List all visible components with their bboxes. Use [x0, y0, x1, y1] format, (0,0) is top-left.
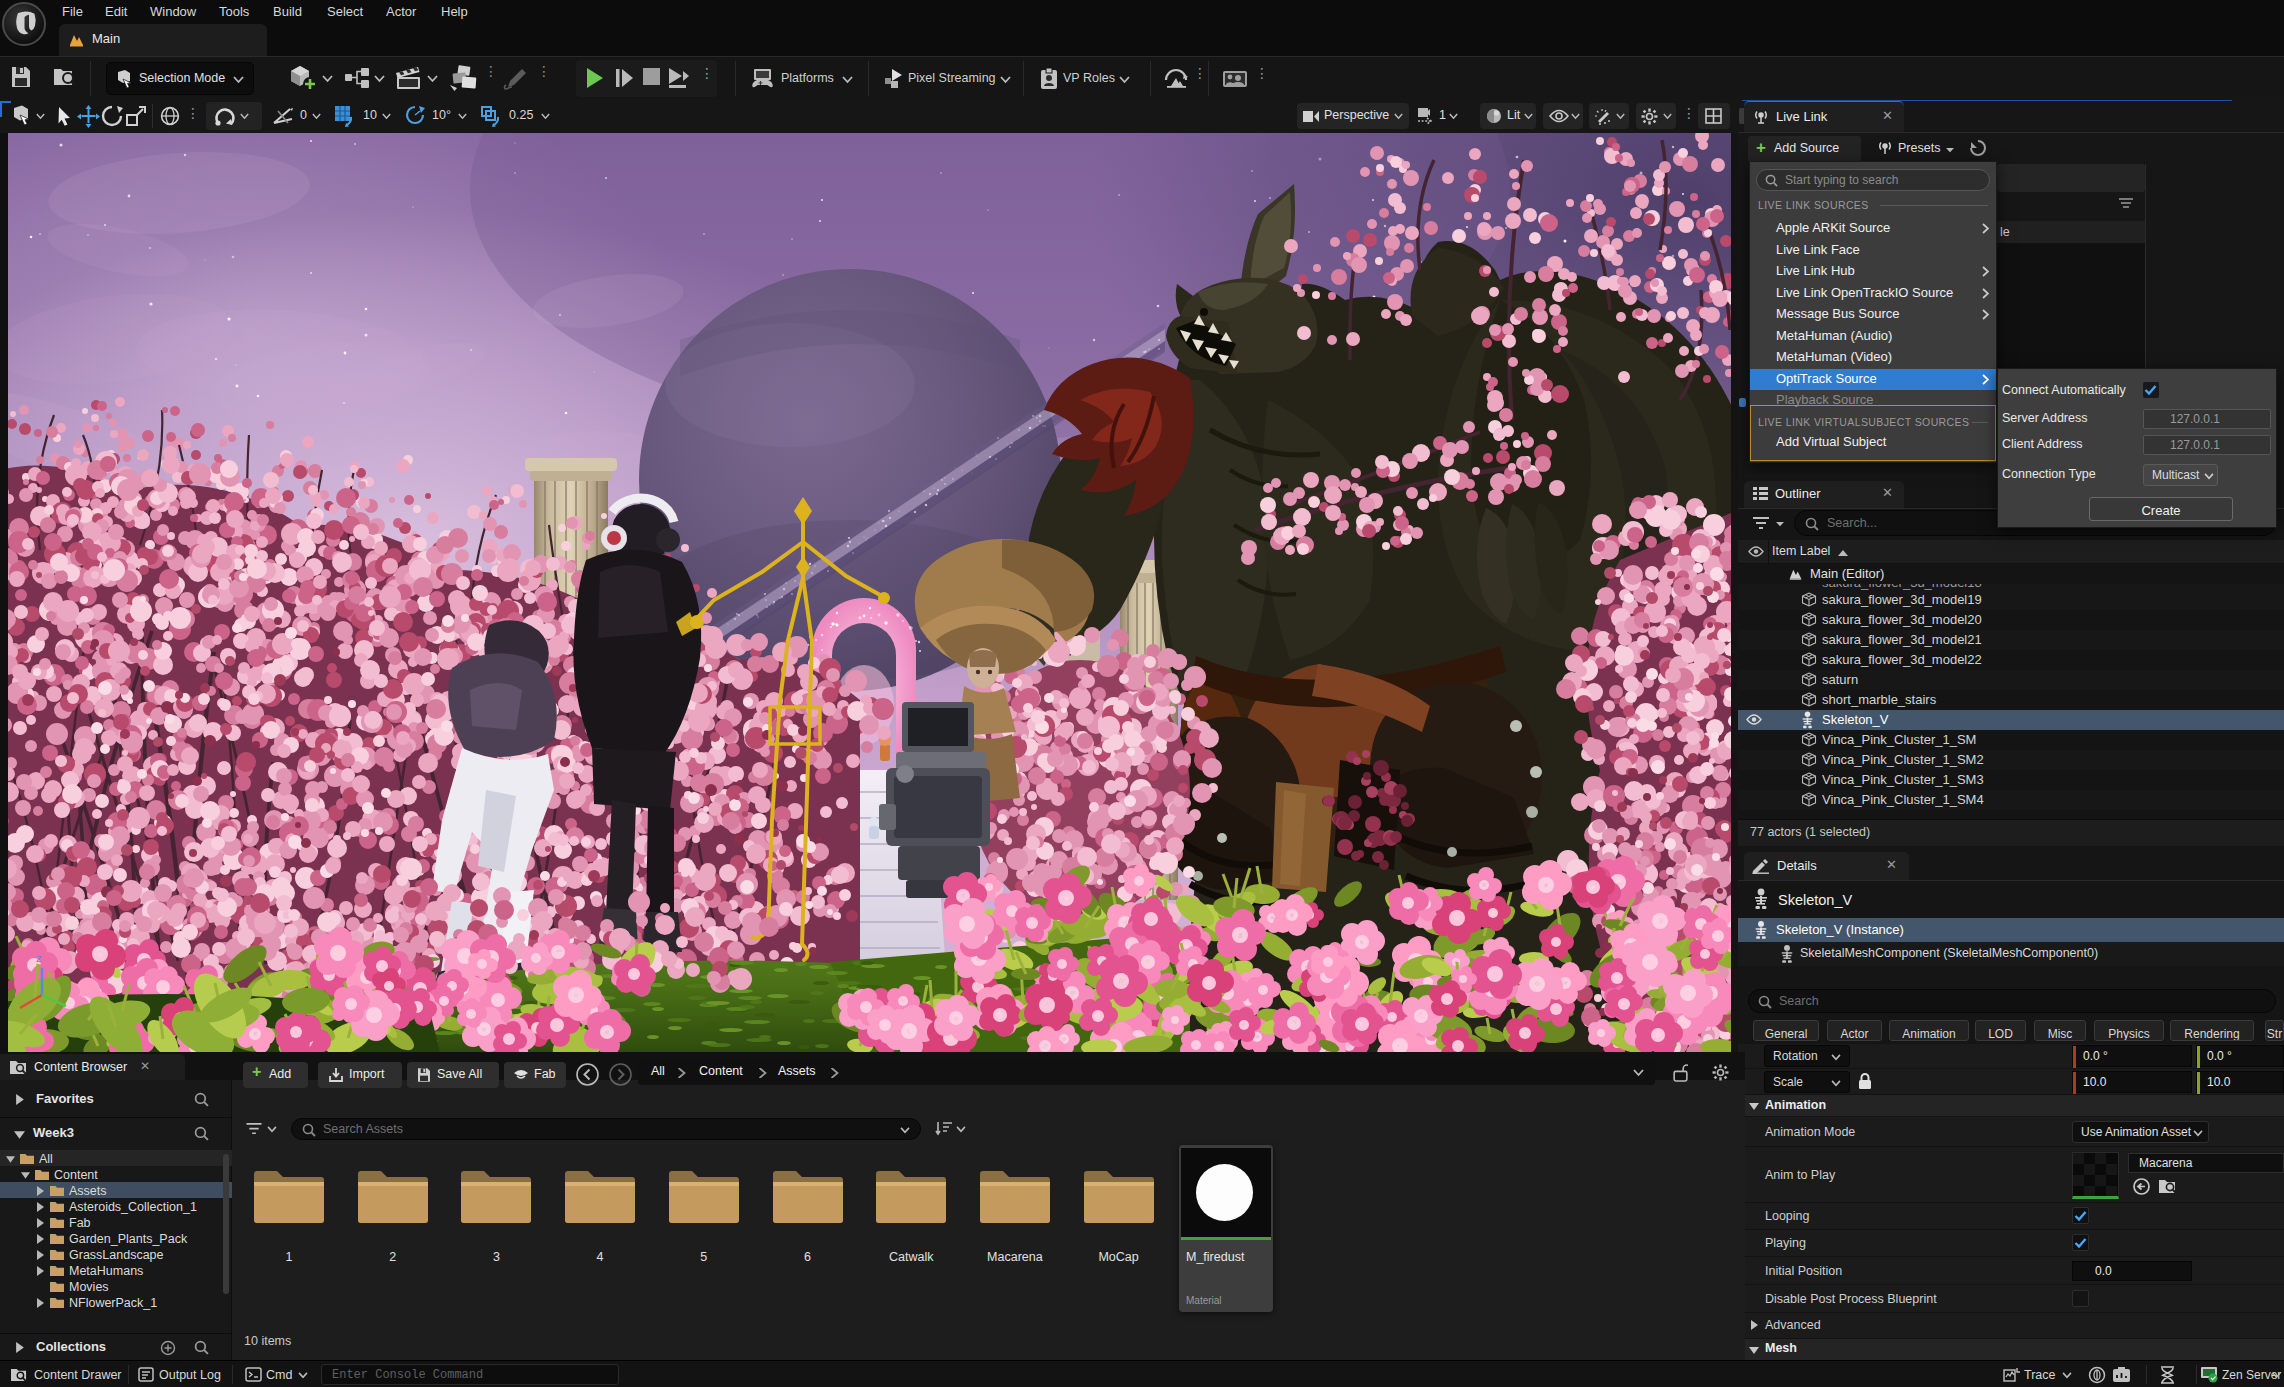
- svg-text:z: z: [36, 952, 42, 964]
